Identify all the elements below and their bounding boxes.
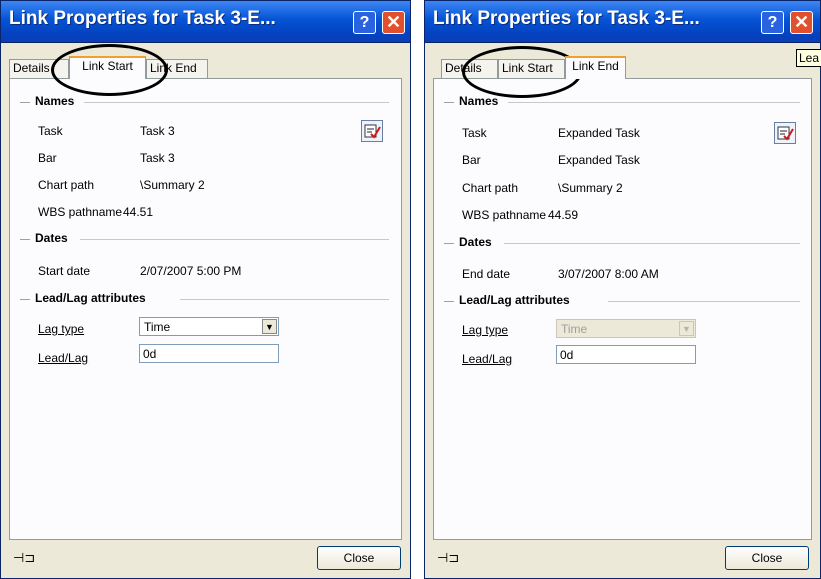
task-label: Task [38,124,63,138]
tab-panel: Names Task Expanded Task Bar Expanded Ta… [433,78,812,540]
start-date-label: Start date [38,264,91,278]
task-value: Expanded Task [558,126,640,140]
section-names: Names [459,94,499,108]
title-bar[interactable]: Link Properties for Task 3-E... ? ✕ [425,1,820,43]
start-date-value: 2/07/2007 5:00 PM [140,264,242,278]
help-icon[interactable]: ? [761,11,784,34]
bar-label: Bar [462,153,481,167]
task-value: Task 3 [140,124,175,138]
title-bar[interactable]: Link Properties for Task 3-E... ? ✕ [1,1,410,43]
task-properties-icon[interactable] [361,120,383,142]
lead-lag-input[interactable]: 0d [556,345,696,364]
section-divider [444,102,454,103]
end-date-value: 3/07/2007 8:00 AM [558,267,659,281]
bar-label: Bar [38,151,57,165]
section-lead-lag: Lead/Lag attributes [35,291,146,305]
wbs-pathname-label: WBS pathname [462,208,547,222]
chevron-down-icon[interactable]: ▼ [262,319,277,334]
close-icon[interactable]: ✕ [790,11,813,34]
lag-type-value: Time [561,322,588,336]
section-dates: Dates [459,235,492,249]
section-divider [20,102,30,103]
pin-icon[interactable]: ⊣⊐ [437,550,459,566]
chevron-down-icon: ▼ [679,321,694,336]
section-divider [444,243,454,244]
section-divider [20,299,30,300]
section-divider [508,102,800,103]
tooltip-fragment: Lea [796,49,821,67]
lag-type-label: Lag type [38,322,85,336]
task-properties-icon[interactable] [774,122,796,144]
close-button[interactable]: Close [317,546,401,570]
tab-link-end[interactable]: Link End [565,56,626,79]
section-divider [180,299,389,300]
wbs-pathname-value: 44.51 [123,205,154,219]
section-dates: Dates [35,231,68,245]
section-divider [504,243,800,244]
close-icon[interactable]: ✕ [382,11,405,34]
lag-type-label: Lag type [462,323,509,337]
lead-lag-label: Lead/Lag [462,352,513,366]
pin-icon[interactable]: ⊣⊐ [13,550,35,566]
section-lead-lag: Lead/Lag attributes [459,293,570,307]
tab-panel: Names Task Task 3 Bar Task 3 Chart path … [9,78,402,540]
chart-path-label: Chart path [462,181,519,195]
bar-value: Expanded Task [558,153,640,167]
link-properties-dialog-start: Link Properties for Task 3-E... ? ✕ Deta… [0,0,411,579]
end-date-label: End date [462,267,511,281]
chart-path-label: Chart path [38,178,95,192]
lead-lag-input[interactable]: 0d [139,344,279,363]
chart-path-value: \Summary 2 [140,178,205,192]
tab-link-start[interactable]: Link Start [69,56,146,79]
section-divider [608,301,800,302]
lag-type-select[interactable]: Time ▼ [139,317,279,336]
close-button[interactable]: Close [725,546,809,570]
lead-lag-label: Lead/Lag [38,351,89,365]
window-title: Link Properties for Task 3-E... [433,8,700,29]
section-divider [444,301,454,302]
section-names: Names [35,94,75,108]
task-label: Task [462,126,487,140]
section-divider [80,239,389,240]
bar-value: Task 3 [140,151,175,165]
lag-type-select: Time ▼ [556,319,696,338]
window-title: Link Properties for Task 3-E... [9,8,276,29]
section-divider [84,102,389,103]
chart-path-value: \Summary 2 [558,181,623,195]
help-icon[interactable]: ? [353,11,376,34]
lag-type-value: Time [144,320,171,334]
section-divider [20,239,30,240]
wbs-pathname-label: WBS pathname [38,205,123,219]
annotation-oval [462,46,582,98]
wbs-pathname-value: 44.59 [548,208,579,222]
